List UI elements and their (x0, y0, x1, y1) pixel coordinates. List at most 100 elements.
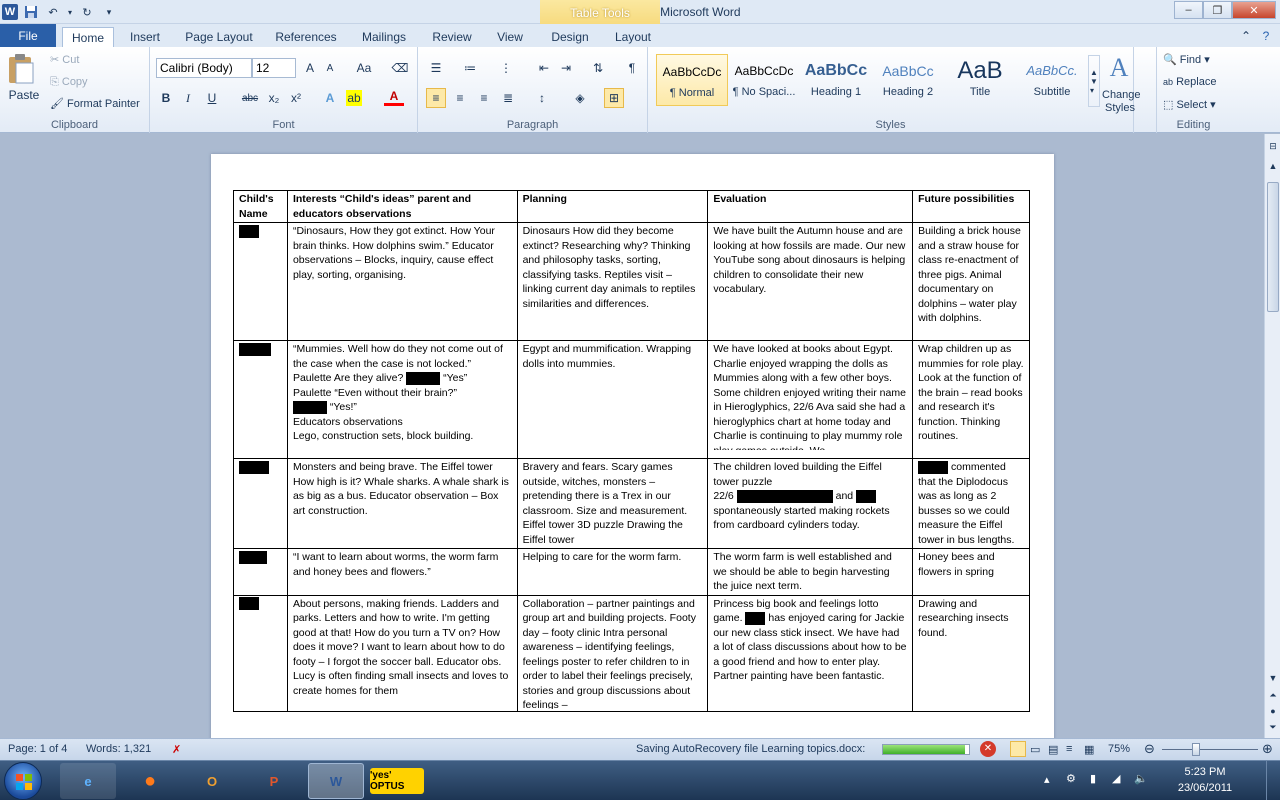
tab-references[interactable]: References (270, 27, 342, 47)
redacted-name-cell[interactable] (233, 548, 288, 596)
future-cell[interactable]: Building a brick house and a straw house… (912, 222, 1030, 341)
maximize-button[interactable]: ❐ (1203, 1, 1232, 19)
future-cell[interactable]: Drawing and researching insects found. (912, 594, 1030, 712)
word-taskbar-icon[interactable]: W (308, 763, 364, 799)
italic-button[interactable]: I (178, 88, 198, 108)
interests-cell[interactable]: “Mummies. Well how do they not come out … (286, 340, 518, 459)
header-future[interactable]: Future possibilities (912, 190, 1030, 223)
style-no-spacing[interactable]: AaBbCcDc ¶ No Spaci... (728, 54, 800, 106)
evaluation-cell[interactable]: We have looked at books about Egypt. Cha… (707, 340, 914, 459)
close-button[interactable]: ✕ (1232, 1, 1276, 19)
document-area[interactable]: Child's Name Interests “Child's ideas” p… (0, 134, 1264, 738)
planning-cell[interactable]: Dinosaurs How did they become extinct? R… (516, 222, 709, 341)
show-hidden-icons[interactable]: ▴ (1044, 773, 1050, 786)
change-case-button[interactable]: Aa (350, 58, 378, 78)
document-page[interactable]: Child's Name Interests “Child's ideas” p… (211, 154, 1054, 738)
evaluation-cell[interactable]: The children loved building the Eiffel t… (707, 458, 914, 549)
tab-view[interactable]: View (488, 27, 532, 47)
justify-icon[interactable]: ≣ (498, 88, 518, 108)
battery-icon[interactable]: ▮ (1090, 772, 1096, 785)
proofing-icon[interactable]: ✗ (172, 743, 181, 756)
zoom-slider-thumb[interactable] (1192, 743, 1200, 756)
line-spacing-icon[interactable]: ↕ (532, 88, 552, 108)
subscript-button[interactable]: x₂ (264, 88, 284, 108)
web-layout-icon[interactable]: ▤ (1048, 743, 1058, 756)
find-button[interactable]: 🔍 Find ▾ (1163, 53, 1210, 66)
strikethrough-button[interactable]: abc (238, 88, 262, 108)
decrease-indent-icon[interactable]: ⇤ (534, 58, 554, 78)
show-formatting-icon[interactable]: ¶ (622, 58, 642, 78)
underline-button[interactable]: U (202, 88, 222, 108)
interests-cell[interactable]: “Dinosaurs, How they got extinct. How Yo… (286, 222, 518, 341)
format-painter-button[interactable]: 🖌 Format Painter (50, 97, 140, 110)
tab-home[interactable]: Home (62, 27, 114, 47)
future-cell[interactable]: Honey bees and flowers in spring (912, 548, 1030, 596)
planning-cell[interactable]: Helping to care for the worm farm. (516, 548, 709, 596)
planning-cell[interactable]: Egypt and mummification. Wrapping dolls … (516, 340, 709, 459)
outline-view-icon[interactable]: ≡ (1066, 743, 1072, 755)
zoom-out-icon[interactable]: ⊖ (1144, 741, 1155, 757)
tab-insert[interactable]: Insert (122, 27, 168, 47)
font-size-input[interactable]: 12 (252, 58, 296, 78)
cut-button[interactable]: ✂ Cut (50, 53, 79, 66)
zoom-level[interactable]: 75% (1108, 743, 1130, 755)
shrink-font-button[interactable]: A (320, 58, 340, 78)
align-center-icon[interactable]: ≡ (450, 88, 470, 108)
tab-layout[interactable]: Layout (606, 27, 660, 47)
planning-cell[interactable]: Bravery and fears. Scary games outside, … (516, 458, 709, 549)
previous-page-icon[interactable]: ⏶ (1265, 688, 1280, 702)
clear-formatting-icon[interactable]: ⌫ (390, 58, 410, 78)
scroll-up-icon[interactable]: ▲ (1265, 158, 1280, 174)
redacted-name-cell[interactable] (233, 222, 288, 341)
outlook-icon[interactable]: O (184, 763, 240, 799)
page-count[interactable]: Page: 1 of 4 (8, 743, 67, 755)
increase-indent-icon[interactable]: ⇥ (556, 58, 576, 78)
word-count[interactable]: Words: 1,321 (86, 743, 151, 755)
copy-button[interactable]: ⎘ Copy (50, 76, 88, 89)
styles-scroll-icon[interactable]: ▲ ▼ ▾ (1088, 55, 1100, 107)
text-effects-icon[interactable]: A (320, 88, 340, 108)
security-icon[interactable]: ⚙ (1066, 772, 1076, 785)
evaluation-cell[interactable]: Princess big book and feelings lotto gam… (707, 594, 914, 712)
zoom-in-icon[interactable]: ⊕ (1262, 741, 1273, 757)
multilevel-list-icon[interactable]: ⋮ (496, 58, 516, 78)
clock-time[interactable]: 5:23 PM (1170, 766, 1240, 778)
select-browse-object-icon[interactable]: ● (1265, 704, 1280, 718)
redacted-name-cell[interactable] (233, 458, 288, 549)
evaluation-cell[interactable]: We have built the Autumn house and are l… (707, 222, 914, 341)
superscript-button[interactable]: x² (286, 88, 306, 108)
header-planning[interactable]: Planning (516, 190, 709, 223)
firefox-icon[interactable]: ● (122, 763, 178, 799)
replace-button[interactable]: ab Replace (1163, 76, 1216, 88)
clock-date[interactable]: 23/06/2011 (1170, 782, 1240, 794)
zoom-slider-track[interactable] (1162, 749, 1258, 750)
bold-button[interactable]: B (156, 88, 176, 108)
paste-button[interactable]: Paste (6, 53, 42, 107)
sort-icon[interactable]: ⇅ (588, 58, 608, 78)
interests-cell[interactable]: About persons, making friends. Ladders a… (286, 594, 518, 712)
redacted-name-cell[interactable] (233, 340, 288, 459)
future-cell[interactable]: Wrap children up as mummies for role pla… (912, 340, 1030, 459)
grow-font-button[interactable]: A (300, 58, 320, 78)
align-left-icon[interactable]: ≡ (426, 88, 446, 108)
scroll-down-icon[interactable]: ▼ (1265, 670, 1280, 686)
ruler-toggle-icon[interactable]: ⊟ (1265, 138, 1280, 154)
tab-design[interactable]: Design (544, 27, 596, 47)
interests-cell[interactable]: “I want to learn about worms, the worm f… (286, 548, 518, 596)
align-right-icon[interactable]: ≡ (474, 88, 494, 108)
scrollbar-thumb[interactable] (1267, 182, 1279, 312)
learning-topics-table[interactable]: Child's Name Interests “Child's ideas” p… (233, 190, 1030, 712)
header-childs-name[interactable]: Child's Name (233, 190, 288, 223)
redacted-name-cell[interactable] (233, 594, 288, 712)
network-icon[interactable]: ◢ (1112, 772, 1120, 785)
future-cell[interactable]: commented that the Diplodocus was as lon… (912, 458, 1030, 549)
font-name-input[interactable]: Calibri (Body) (156, 58, 252, 78)
planning-cell[interactable]: Collaboration – partner paintings and gr… (516, 594, 709, 712)
style-title[interactable]: AaB Title (944, 54, 1016, 106)
highlight-color-icon[interactable]: ab (346, 90, 362, 106)
borders-icon[interactable]: ⊞ (604, 88, 624, 108)
help-icon[interactable]: ? (1256, 26, 1276, 46)
font-color-icon[interactable]: A (384, 88, 404, 106)
bullets-icon[interactable]: ☰ (426, 58, 446, 78)
next-page-icon[interactable]: ⏷ (1265, 720, 1280, 734)
